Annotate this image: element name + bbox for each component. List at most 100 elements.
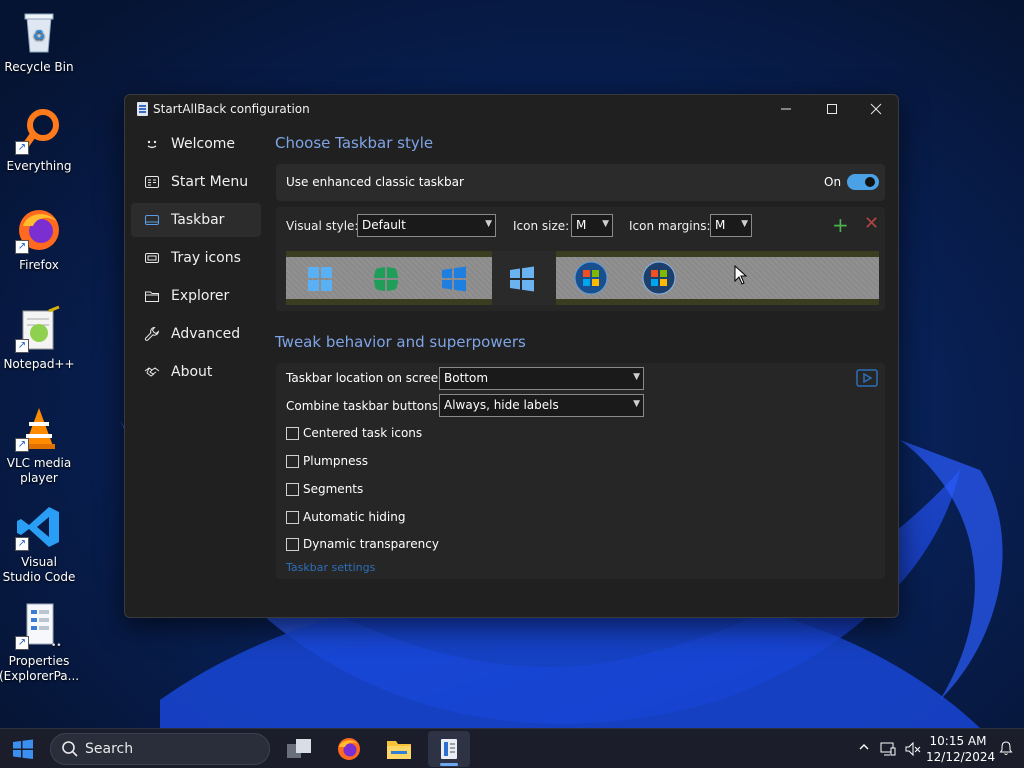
shortcut-arrow-icon: ↗ [15,141,29,155]
win10-light-start-icon[interactable] [508,265,536,293]
minimize-icon [781,108,791,110]
sidebar-item-start-menu[interactable]: Start Menu [131,165,261,199]
minimize-button[interactable] [763,95,809,123]
sidebar-item-label: Welcome [171,136,236,152]
icon-size-select[interactable]: M ▼ [571,214,613,237]
vlc-icon: ↗ [15,404,63,452]
desktop-icon-label: Visual Studio Code [2,555,76,584]
firefox-icon: ↗ [15,206,63,254]
vscode-icon: ↗ [15,503,63,551]
sidebar-item-label: About [171,364,213,380]
sidebar-item-label: Tray icons [171,250,241,266]
clock-date: 12/12/2024 [926,750,996,764]
clock-time: 10:15 AM [929,734,987,748]
visual-style-select[interactable]: Default ▼ [357,214,496,237]
taskbar-task-view[interactable] [278,731,320,767]
start-button-preview-strip [286,251,879,305]
remove-style-button[interactable]: ✕ [864,213,879,234]
taskbar-file-explorer[interactable] [378,731,420,767]
desktop-icon-label: VLC media player [6,456,72,485]
close-icon [870,103,882,115]
shortcut-arrow-icon: ↗ [15,636,29,650]
win7-orb-icon[interactable] [574,261,608,295]
sidebar-item-welcome[interactable]: Welcome [131,127,261,161]
firefox-icon [338,738,360,760]
sidebar-item-tray-icons[interactable]: Tray icons [131,241,261,275]
wrench-icon [143,325,161,343]
notification-bell-icon[interactable] [998,740,1014,760]
desktop-icon-label: Properties (ExplorerPa... [0,654,80,683]
combine-buttons-label: Combine taskbar buttons: [286,399,443,413]
desktop-icon-everything[interactable]: ↗ Everything [2,107,76,174]
desktop-icon-recycle-bin[interactable]: ♻ Recycle Bin [2,8,76,75]
tray-icon [143,249,161,267]
smile-icon [143,135,161,153]
checkbox-label: Dynamic transparency [303,537,439,551]
centered-icons-checkbox[interactable] [286,426,299,440]
shortcut-arrow-icon: ↗ [15,438,29,452]
checkbox-row-transparency[interactable]: Dynamic transparency [286,537,439,551]
start-button-icon[interactable] [12,738,34,760]
desktop-icon-properties[interactable]: ••• ↗ Properties (ExplorerPa... [0,602,80,684]
win10-start-icon[interactable] [440,265,468,293]
icon-size-label: Icon size: [513,219,570,233]
taskbar-location-value: Bottom [444,371,489,385]
display-icon[interactable] [880,741,896,761]
shortcut-arrow-icon: ↗ [15,537,29,551]
combine-buttons-select[interactable]: Always, hide labels ▼ [439,394,644,417]
checkbox-row-centered[interactable]: Centered task icons [286,426,422,440]
add-style-button[interactable]: + [832,213,849,237]
automatic-hiding-checkbox[interactable] [286,510,299,524]
desktop-icon-firefox[interactable]: ↗ Firefox [2,206,76,273]
chevron-down-icon: ▼ [741,219,748,229]
section-heading-tweaks: Tweak behavior and superpowers [275,333,526,351]
taskbar-startallback[interactable] [428,731,470,767]
taskbar-firefox[interactable] [328,731,370,767]
chevron-up-icon[interactable] [858,741,870,757]
checkbox-row-segments[interactable]: Segments [286,482,363,496]
search-icon [62,741,78,757]
sidebar-item-taskbar[interactable]: Taskbar [131,203,261,237]
sidebar-item-label: Explorer [171,288,230,304]
visual-style-value: Default [362,218,406,232]
video-help-icon[interactable] [856,369,878,387]
sidebar-item-explorer[interactable]: Explorer [131,279,261,313]
icon-margins-select[interactable]: M ▼ [710,214,752,237]
checkbox-label: Centered task icons [303,426,423,440]
taskbar-search-box[interactable]: Search [50,733,270,765]
desktop-icon-vscode[interactable]: ↗ Visual Studio Code [2,503,76,585]
desktop-icon-vlc[interactable]: ↗ VLC media player [2,404,76,486]
checkbox-row-plumpness[interactable]: Plumpness [286,454,368,468]
maximize-button[interactable] [809,95,855,123]
taskbar-clock[interactable]: 10:15 AM 12/12/2024 [926,733,996,765]
close-button[interactable] [853,95,899,123]
title-bar[interactable]: StartAllBack configuration [125,95,898,123]
segments-checkbox[interactable] [286,482,299,496]
startallback-window: StartAllBack configuration Welcome Start… [124,94,899,618]
tweaks-card: Taskbar location on screen: Bottom ▼ Com… [276,363,885,579]
task-view-icon [287,739,311,758]
window-title: StartAllBack configuration [153,102,310,116]
sidebar-item-advanced[interactable]: Advanced [131,317,261,351]
green-start-icon[interactable] [372,265,400,293]
vista-orb-icon[interactable] [642,261,676,295]
mouse-cursor-icon [734,265,748,285]
notepadpp-icon: ↗ [15,305,63,353]
desktop-icon-label: Notepad++ [3,357,75,371]
win11-start-icon[interactable] [306,265,334,293]
visual-style-card: Visual style: Default ▼ Icon size: M ▼ I… [276,207,885,311]
volume-muted-icon[interactable] [905,741,921,761]
toggle-state-label: On [824,175,842,189]
dynamic-transparency-checkbox[interactable] [286,537,299,551]
handshake-icon [143,363,161,381]
checkbox-row-auto-hide[interactable]: Automatic hiding [286,510,405,524]
desktop-icon-notepadpp[interactable]: ↗ Notepad++ [2,305,76,372]
taskbar-location-select[interactable]: Bottom ▼ [439,367,644,390]
folder-icon [387,741,411,759]
plumpness-checkbox[interactable] [286,454,299,468]
desktop-icon-label: Recycle Bin [4,60,74,74]
enhanced-taskbar-toggle[interactable] [847,174,879,190]
combine-buttons-value: Always, hide labels [444,398,559,412]
sidebar-item-about[interactable]: About [131,355,261,389]
taskbar-settings-link[interactable]: Taskbar settings [286,561,375,574]
